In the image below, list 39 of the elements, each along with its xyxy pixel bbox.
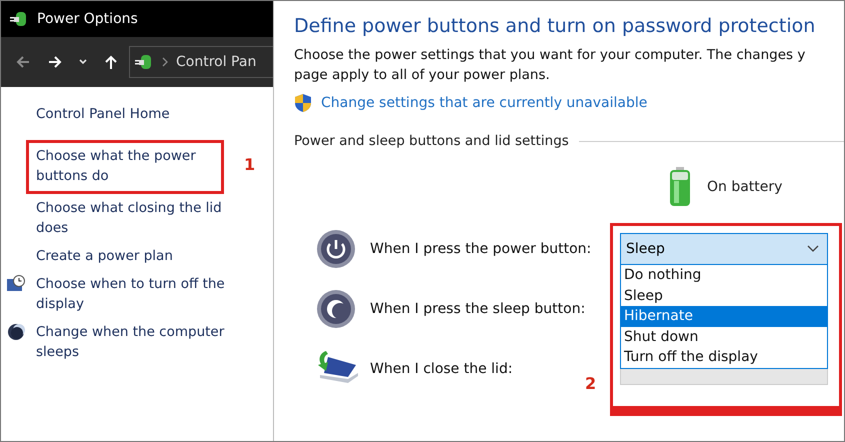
chevron-down-icon [807,245,819,253]
sidebar-link[interactable]: Change when the computer sleeps [36,322,232,362]
back-arrow-icon[interactable] [15,54,31,70]
description-text: Choose the power settings that you want for your computer. The changes y page apply to all of your power plans. [294,46,806,85]
page-heading: Define power buttons and turn on password protection [294,15,816,37]
sidebar-link[interactable]: Create a power plan [36,246,232,266]
power-plug-icon [9,9,29,29]
chevron-icon [162,57,168,67]
column-header: On battery [707,179,782,195]
breadcrumb[interactable]: Control Pan [176,54,256,70]
sidebar-link[interactable]: Choose what the power buttons do [36,146,232,186]
setting-label: When I close the lid: [370,361,514,377]
section-label: Power and sleep buttons and lid settings [294,133,569,149]
list-option[interactable]: Do nothing [621,265,827,286]
power-icon [316,229,356,269]
battery-icon [669,167,691,207]
action-dropdown[interactable]: Sleep [620,233,828,265]
shield-icon [294,93,312,113]
dropdown-caret-icon[interactable] [79,59,87,65]
moon-icon [316,289,356,329]
list-option[interactable]: Sleep [621,286,827,306]
address-bar[interactable]: Control Pan [129,46,273,78]
sidebar-link[interactable]: Choose what closing the lid does [36,198,232,238]
admin-link[interactable]: Change settings that are currently unavailable [321,95,648,111]
sidebar-link[interactable]: Control Panel Home [36,104,232,124]
window-title: Power Options [37,11,138,27]
list-option[interactable]: Turn off the display [621,347,827,368]
list-option[interactable]: Shut down [621,326,827,347]
list-option[interactable]: Hibernate [621,306,827,326]
setting-label: When I press the sleep button: [370,301,586,317]
sidebar-link[interactable]: Choose when to turn off the display [36,274,232,314]
setting-label: When I press the power button: [370,241,592,257]
step-number: 1 [244,155,256,174]
power-plug-icon [134,52,154,72]
up-arrow-icon[interactable] [103,54,119,70]
moon-icon [6,322,26,342]
step-number: 2 [585,374,596,393]
monitor-clock-icon [6,274,26,294]
forward-arrow-icon[interactable] [47,54,63,70]
